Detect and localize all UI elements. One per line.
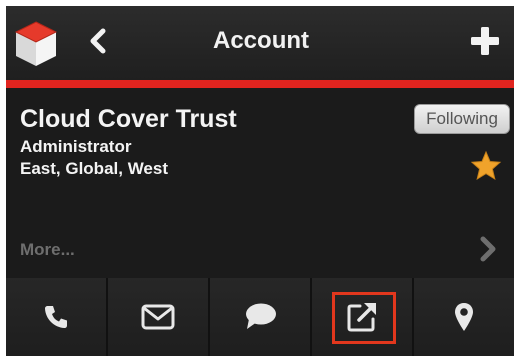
message-button[interactable] xyxy=(208,278,310,356)
account-name: Cloud Cover Trust xyxy=(20,105,237,133)
open-external-button[interactable] xyxy=(310,278,412,356)
nav-bar: Account xyxy=(6,6,514,80)
following-button[interactable]: Following xyxy=(414,104,510,134)
map-pin-icon xyxy=(455,303,473,331)
selection-highlight xyxy=(332,292,396,344)
page-title: Account xyxy=(213,27,309,54)
star-icon xyxy=(470,150,502,181)
more-label: More... xyxy=(20,240,75,259)
email-button[interactable] xyxy=(106,278,208,356)
account-details: Cloud Cover Trust Administrator East, Gl… xyxy=(6,88,514,278)
add-button[interactable] xyxy=(470,26,500,56)
back-button[interactable] xyxy=(86,26,110,56)
chat-icon xyxy=(246,303,276,329)
account-role: Administrator xyxy=(20,137,132,156)
mail-icon xyxy=(141,304,175,330)
cube-logo-icon[interactable] xyxy=(14,18,58,70)
account-regions: East, Global, West xyxy=(20,159,169,178)
favorite-button[interactable] xyxy=(470,150,502,182)
phone-icon xyxy=(45,306,67,328)
action-toolbar xyxy=(6,278,514,356)
location-button[interactable] xyxy=(412,278,514,356)
app-screen: Account Cloud Cover Trust Administrator … xyxy=(6,6,514,356)
more-row[interactable]: More... xyxy=(6,228,514,272)
plus-icon xyxy=(471,27,499,55)
chevron-left-icon xyxy=(90,28,106,54)
call-button[interactable] xyxy=(6,278,106,356)
accent-divider xyxy=(6,80,514,88)
chevron-right-icon xyxy=(480,236,496,262)
